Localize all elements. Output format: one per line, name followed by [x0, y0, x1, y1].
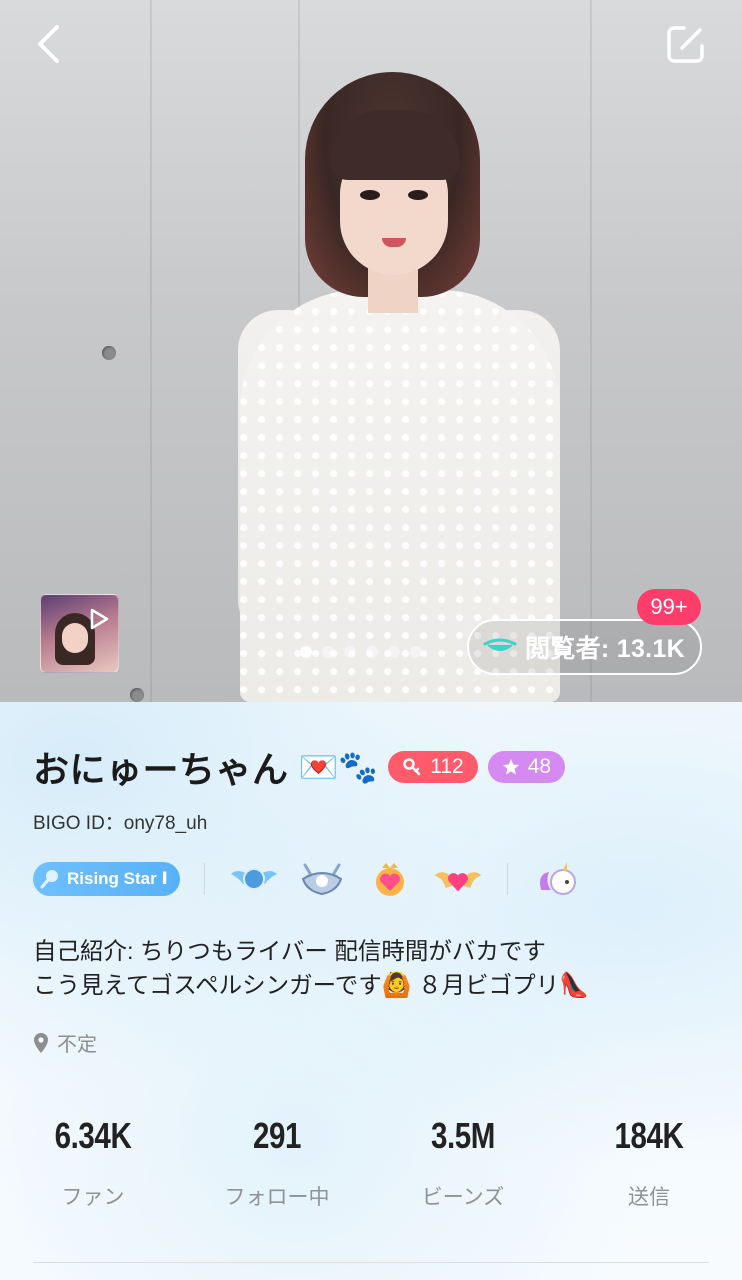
stat-label: ビーンズ [421, 1186, 505, 1209]
wall-seam [150, 0, 152, 702]
star-icon [502, 759, 519, 775]
pager-dot[interactable] [322, 646, 334, 658]
viewers-label: 閲覧者: 13.1K [525, 635, 685, 663]
stat-label: 送信 [628, 1186, 670, 1209]
wall-hole [102, 346, 116, 360]
edit-profile-button[interactable] [664, 22, 708, 66]
bio-text: 自己紹介: ちりつもライバー 配信時間がバカです こう見えてゴスペルシンガーです… [33, 934, 589, 1002]
wall-hole [130, 688, 144, 702]
profile-photo[interactable]: 閲覧者: 13.1K 99+ [0, 0, 742, 702]
stat-value: 184K [614, 1115, 684, 1156]
star-level-value: 48 [527, 755, 552, 778]
bio-emoji: 👠 [559, 971, 590, 999]
stat-fans[interactable]: 6.34K ファン [3, 1115, 183, 1211]
pager-dot[interactable] [344, 646, 356, 658]
unicorn-medal-icon[interactable] [532, 859, 582, 899]
eye-icon [483, 638, 517, 651]
bio-line-2-text: こう見えてゴスペルシンガーです [33, 972, 382, 998]
key-icon [403, 758, 421, 776]
heart-crown-medal-icon[interactable] [365, 859, 415, 899]
photo-eye [360, 190, 380, 200]
stat-value: 291 [252, 1115, 302, 1156]
stat-sent[interactable]: 184K 送信 [559, 1115, 739, 1211]
rising-star-label: Rising Star Ⅰ [67, 869, 168, 888]
stat-value: 3.5M [430, 1115, 495, 1156]
name-emoji: 💌🐾 [298, 748, 379, 786]
pager-dot[interactable] [410, 646, 422, 658]
stat-label: フォロー中 [224, 1186, 330, 1209]
user-level-badge[interactable]: 112 [388, 751, 478, 783]
antler-medal-icon[interactable] [297, 859, 347, 899]
bio-emoji: 🙆 [381, 971, 412, 999]
pager-dot-active[interactable] [300, 646, 312, 658]
winged-heart-medal-icon[interactable] [433, 859, 483, 899]
location-text: 不定 [57, 1034, 97, 1056]
profile-name: おにゅーちゃん [33, 749, 289, 790]
medal-divider [506, 863, 508, 895]
back-button[interactable] [26, 22, 70, 66]
pager-dot[interactable] [388, 646, 400, 658]
medal-row: Rising Star Ⅰ [33, 858, 600, 900]
wing-medal-icon[interactable] [229, 859, 279, 899]
bigo-id[interactable]: BIGO ID：ony78_uh [33, 808, 207, 835]
chevron-left-icon [38, 25, 59, 63]
star-level-badge[interactable]: 48 [487, 751, 566, 783]
name-row: おにゅーちゃん 💌🐾 112 48 [33, 741, 566, 793]
stat-label: ファン [61, 1186, 125, 1209]
thumbnail-face [62, 623, 88, 653]
bio-line-2-text-2: ８月ビゴプリ [418, 972, 560, 998]
microphone-icon [40, 870, 58, 889]
medal-divider [203, 863, 205, 895]
viewers-count-badge: 99+ [637, 589, 701, 625]
section-divider [33, 1262, 709, 1263]
photo-eye [408, 190, 428, 200]
live-video-thumbnail[interactable] [40, 594, 119, 673]
stat-following[interactable]: 291 フォロー中 [187, 1115, 367, 1211]
bio-line-1: 自己紹介: ちりつもライバー 配信時間がバカです [33, 938, 546, 964]
rising-star-badge[interactable]: Rising Star Ⅰ [33, 862, 180, 896]
location-row: 不定 [33, 1028, 97, 1057]
stat-beans[interactable]: 3.5M ビーンズ [373, 1115, 553, 1211]
bio-line-2: こう見えてゴスペルシンガーです🙆 ８月ビゴプリ👠 [33, 968, 589, 1002]
photo-pager [300, 646, 422, 658]
play-icon [87, 607, 111, 631]
pager-dot[interactable] [366, 646, 378, 658]
user-level-value: 112 [430, 755, 464, 778]
profile-screen: 閲覧者: 13.1K 99+ おにゅーちゃん 💌🐾 112 48 BIGO ID… [0, 0, 742, 1280]
location-pin-icon [34, 1032, 48, 1053]
edit-icon [667, 26, 704, 63]
viewers-button[interactable]: 閲覧者: 13.1K [467, 619, 702, 675]
stat-value: 6.34K [54, 1115, 132, 1156]
wall-seam [590, 0, 592, 702]
